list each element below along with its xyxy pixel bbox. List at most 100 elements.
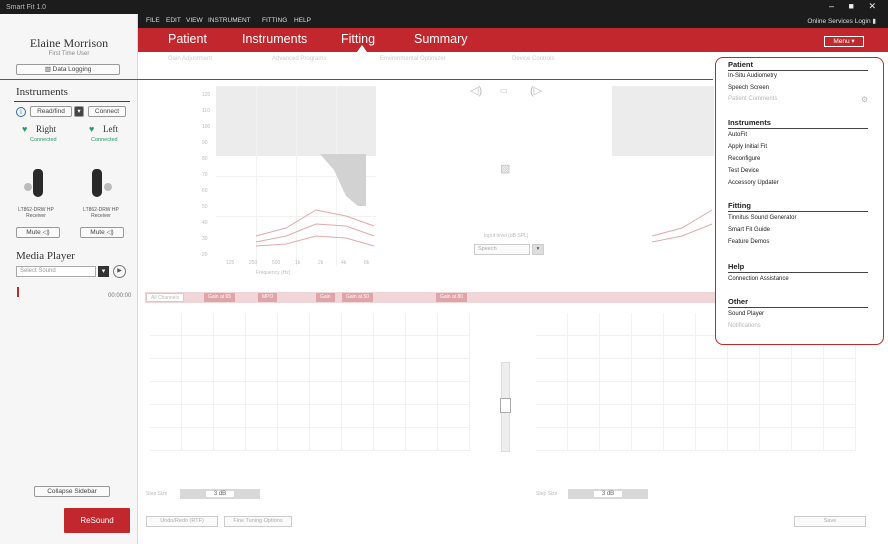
cell[interactable]	[568, 428, 600, 451]
menu-item-feature-demos[interactable]: Feature Demos	[728, 239, 769, 245]
menu-file[interactable]: FILE	[146, 17, 160, 24]
cell[interactable]	[342, 405, 374, 428]
chip-gain[interactable]: Gain	[316, 293, 335, 302]
cell[interactable]	[568, 405, 600, 428]
cell[interactable]	[568, 336, 600, 359]
chip-gain-at-50[interactable]: Gain at 50	[342, 293, 374, 302]
collapse-sidebar-button[interactable]: Collapse Sidebar	[34, 486, 110, 497]
mute-left-button[interactable]: Mute ◁)	[80, 227, 124, 238]
cell[interactable]	[536, 382, 568, 405]
tab-fitting[interactable]: Fitting	[341, 32, 375, 46]
cell[interactable]	[406, 405, 438, 428]
cell[interactable]	[696, 382, 728, 405]
subtab-device-controls[interactable]: Device Controls	[512, 56, 554, 62]
cell[interactable]	[600, 405, 632, 428]
cell[interactable]	[600, 313, 632, 336]
cell[interactable]	[792, 405, 824, 428]
cell[interactable]	[664, 336, 696, 359]
cell[interactable]	[150, 359, 182, 382]
left-ear-icon[interactable]: ◁)	[470, 84, 482, 97]
chip-mpo[interactable]: MPO	[258, 293, 278, 302]
cell[interactable]	[760, 382, 792, 405]
cell[interactable]	[568, 313, 600, 336]
cell[interactable]	[278, 313, 310, 336]
playback-position-marker[interactable]	[17, 287, 19, 297]
cell[interactable]	[278, 405, 310, 428]
cell[interactable]	[182, 428, 214, 451]
play-icon[interactable]: ▶	[113, 265, 126, 278]
menu-item-test-device[interactable]: Test Device	[728, 168, 759, 174]
cell[interactable]	[246, 313, 278, 336]
cell[interactable]	[438, 336, 470, 359]
cell[interactable]	[600, 428, 632, 451]
save-button[interactable]: Save	[794, 516, 866, 527]
data-logging-button[interactable]: ▥ Data Logging	[16, 64, 120, 75]
cell[interactable]	[374, 313, 406, 336]
info-icon[interactable]: i	[16, 107, 26, 117]
cell[interactable]	[150, 428, 182, 451]
menu-help[interactable]: HELP	[294, 17, 311, 24]
menu-item-apply-initial-fit[interactable]: Apply Initial Fit	[728, 144, 767, 150]
cell[interactable]	[374, 405, 406, 428]
cell[interactable]	[664, 382, 696, 405]
cell[interactable]	[438, 428, 470, 451]
cell[interactable]	[406, 313, 438, 336]
cell[interactable]	[760, 428, 792, 451]
cell[interactable]	[536, 405, 568, 428]
cell[interactable]	[406, 382, 438, 405]
menu-edit[interactable]: EDIT	[166, 17, 181, 24]
cell[interactable]	[696, 359, 728, 382]
cell[interactable]	[214, 382, 246, 405]
cell[interactable]	[664, 405, 696, 428]
cell[interactable]	[728, 428, 760, 451]
cell[interactable]	[600, 336, 632, 359]
cell[interactable]	[536, 313, 568, 336]
cell[interactable]	[728, 405, 760, 428]
menu-item-sound-player[interactable]: Sound Player	[728, 311, 764, 317]
cell[interactable]	[246, 359, 278, 382]
mute-right-button[interactable]: Mute ◁)	[16, 227, 60, 238]
cell[interactable]	[182, 336, 214, 359]
cell[interactable]	[760, 405, 792, 428]
window-controls[interactable]: – ■ ✕	[829, 1, 882, 12]
cell[interactable]	[278, 382, 310, 405]
menu-item-autofit[interactable]: AutoFit	[728, 132, 747, 138]
cell[interactable]	[374, 382, 406, 405]
cell[interactable]	[536, 428, 568, 451]
right-ear-icon[interactable]: (▷	[530, 84, 542, 97]
cell[interactable]	[246, 405, 278, 428]
cell[interactable]	[182, 313, 214, 336]
tab-summary[interactable]: Summary	[414, 32, 467, 46]
cell[interactable]	[600, 359, 632, 382]
cell[interactable]	[664, 313, 696, 336]
cell[interactable]	[182, 382, 214, 405]
cell[interactable]	[824, 359, 856, 382]
menu-item-accessory-updater[interactable]: Accessory Updater	[728, 180, 779, 186]
cell[interactable]	[214, 313, 246, 336]
subtab-environmental-optimizer[interactable]: Environmental Optimizer	[380, 56, 446, 62]
cell[interactable]	[342, 382, 374, 405]
cell[interactable]	[728, 382, 760, 405]
cell[interactable]	[150, 336, 182, 359]
right-step-control[interactable]: 3 dB	[180, 489, 260, 499]
online-services-login[interactable]: Online Services Login ▮	[807, 17, 876, 25]
menu-view[interactable]: VIEW	[186, 17, 203, 24]
chevron-down-icon[interactable]: ▾	[98, 266, 109, 277]
subtab-gain-adjustment[interactable]: Gain Adjustment	[168, 56, 212, 62]
expand-icon[interactable]: ▧	[500, 162, 510, 175]
cell[interactable]	[182, 359, 214, 382]
cell[interactable]	[310, 428, 342, 451]
balance-slider-handle[interactable]	[500, 398, 511, 413]
cell[interactable]	[214, 405, 246, 428]
cell[interactable]	[536, 359, 568, 382]
cell[interactable]	[536, 336, 568, 359]
menu-item-smart-fit-guide[interactable]: Smart Fit Guide	[728, 227, 770, 233]
cell[interactable]	[246, 428, 278, 451]
left-step-control[interactable]: 3 dB	[568, 489, 648, 499]
cell[interactable]	[728, 359, 760, 382]
cell[interactable]	[760, 359, 792, 382]
cell[interactable]	[632, 359, 664, 382]
cell[interactable]	[214, 336, 246, 359]
menu-item-tinnitus-sound-generator[interactable]: Tinnitus Sound Generator	[728, 215, 796, 221]
cell[interactable]	[632, 313, 664, 336]
